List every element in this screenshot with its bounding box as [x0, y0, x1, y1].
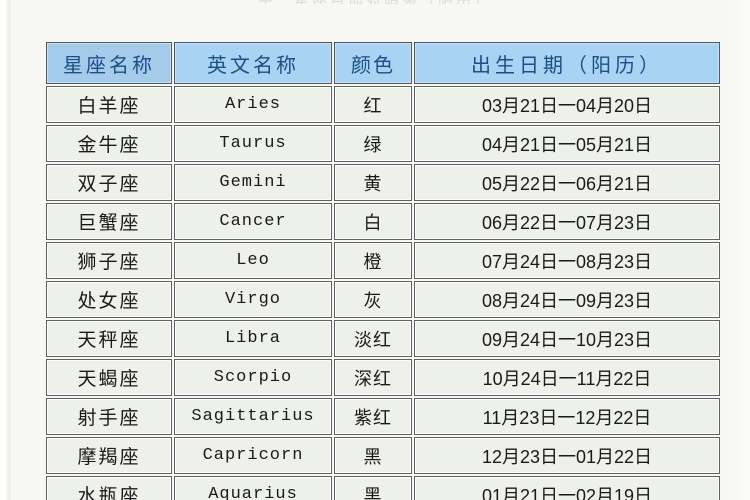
zodiac-color-cell: 灰 [334, 281, 412, 318]
zodiac-date-cell: 11月23日一12月22日 [414, 398, 720, 435]
table-row: 摩羯座 Capricorn 黑 12月23日一01月22日 [46, 437, 720, 474]
zodiac-color-cell: 白 [334, 203, 412, 240]
column-header-name: 星座名称 [46, 42, 172, 84]
zodiac-english-cell: Virgo [174, 281, 332, 318]
table-body: 白羊座 Aries 红 03月21日一04月20日 金牛座 Taurus 绿 04月21日一0… [46, 86, 720, 500]
zodiac-english-cell: Leo [174, 242, 332, 279]
table-header: 星座名称 英文名称 颜色 出生日期（阳历） [46, 42, 720, 84]
zodiac-date-cell: 10月24日一11月22日 [414, 359, 720, 396]
zodiac-name-cell: 天秤座 [46, 320, 172, 357]
clipped-caption-text: 十二星座日期对照表（阳历） [0, 0, 750, 4]
table-header-row: 星座名称 英文名称 颜色 出生日期（阳历） [46, 42, 720, 84]
column-header-color: 颜色 [334, 42, 412, 84]
zodiac-color-cell: 淡红 [334, 320, 412, 357]
zodiac-english-cell: Aries [174, 86, 332, 123]
zodiac-reference-page: 十二星座日期对照表（阳历） 星座名称 英文名称 颜色 出生日期（阳历） 白羊座A… [0, 0, 750, 500]
zodiac-date-cell: 04月21日一05月21日 [414, 125, 720, 162]
table-row: 巨蟹座 Cancer 白 06月22日一07月23日 [46, 203, 720, 240]
table-row: 狮子座 Leo 橙 07月24日一08月23日 [46, 242, 720, 279]
page-right-edge [726, 0, 750, 500]
zodiac-color-cell: 绿 [334, 125, 412, 162]
zodiac-color-cell: 黄 [334, 164, 412, 201]
zodiac-name-cell: 射手座 [46, 398, 172, 435]
zodiac-color-cell: 黑 [334, 476, 412, 500]
zodiac-date-cell: 12月23日一01月22日 [414, 437, 720, 474]
zodiac-name-cell: 天蝎座 [46, 359, 172, 396]
zodiac-english-cell: Gemini [174, 164, 332, 201]
table-row: 天蝎座 Scorpio 深红 10月24日一11月22日 [46, 359, 720, 396]
zodiac-date-cell: 01月21日一02月19日 [414, 476, 720, 500]
zodiac-date-cell: 06月22日一07月23日 [414, 203, 720, 240]
zodiac-english-cell: Aquarius [174, 476, 332, 500]
zodiac-color-cell: 深红 [334, 359, 412, 396]
zodiac-english-cell: Cancer [174, 203, 332, 240]
zodiac-date-cell: 08月24日一09月23日 [414, 281, 720, 318]
zodiac-date-cell: 09月24日一10月23日 [414, 320, 720, 357]
zodiac-english-cell: Sagittarius [174, 398, 332, 435]
zodiac-english-cell: Scorpio [174, 359, 332, 396]
zodiac-color-cell: 橙 [334, 242, 412, 279]
table-row: 双子座 Gemini 黄 05月22日一06月21日 [46, 164, 720, 201]
zodiac-date-cell: 07月24日一08月23日 [414, 242, 720, 279]
table-row: 白羊座 Aries 红 03月21日一04月20日 [46, 86, 720, 123]
zodiac-name-cell: 水瓶座 [46, 476, 172, 500]
table-row: 处女座 Virgo 灰 08月24日一09月23日 [46, 281, 720, 318]
zodiac-name-cell: 白羊座 [46, 86, 172, 123]
zodiac-name-cell: 巨蟹座 [46, 203, 172, 240]
zodiac-name-cell: 双子座 [46, 164, 172, 201]
zodiac-name-cell: 摩羯座 [46, 437, 172, 474]
column-header-english: 英文名称 [174, 42, 332, 84]
table-row: 水瓶座 Aquarius 黑 01月21日一02月19日 [46, 476, 720, 500]
table-row: 射手座 Sagittarius 紫红 11月23日一12月22日 [46, 398, 720, 435]
zodiac-table: 星座名称 英文名称 颜色 出生日期（阳历） 白羊座 Aries 红 03月21日一04… [44, 40, 722, 500]
zodiac-name-cell: 处女座 [46, 281, 172, 318]
page-left-edge [0, 0, 11, 500]
zodiac-name-cell: 狮子座 [46, 242, 172, 279]
zodiac-date-cell: 03月21日一04月20日 [414, 86, 720, 123]
zodiac-color-cell: 黑 [334, 437, 412, 474]
zodiac-date-cell: 05月22日一06月21日 [414, 164, 720, 201]
table-row: 金牛座 Taurus 绿 04月21日一05月21日 [46, 125, 720, 162]
zodiac-color-cell: 紫红 [334, 398, 412, 435]
zodiac-name-cell: 金牛座 [46, 125, 172, 162]
column-header-date: 出生日期（阳历） [414, 42, 720, 84]
zodiac-english-cell: Capricorn [174, 437, 332, 474]
zodiac-color-cell: 红 [334, 86, 412, 123]
zodiac-english-cell: Taurus [174, 125, 332, 162]
zodiac-english-cell: Libra [174, 320, 332, 357]
table-row: 天秤座 Libra 淡红 09月24日一10月23日 [46, 320, 720, 357]
